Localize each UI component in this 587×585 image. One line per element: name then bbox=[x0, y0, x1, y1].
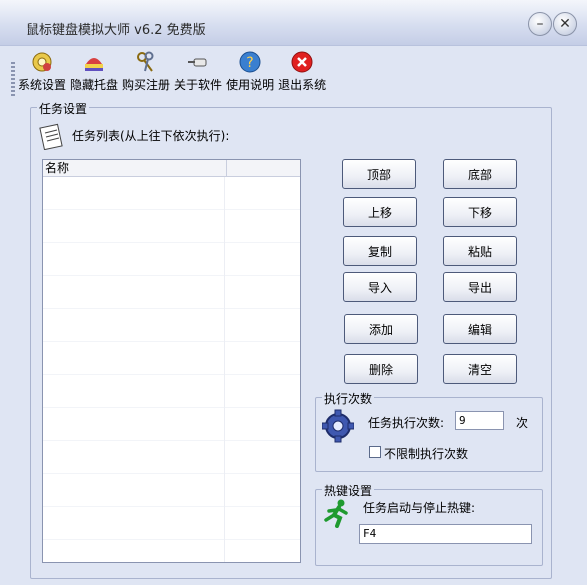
keys-icon bbox=[133, 50, 159, 74]
toolbar-label: 隐藏托盘 bbox=[70, 78, 119, 92]
toolbar-label: 退出系统 bbox=[278, 78, 327, 92]
move-up-button[interactable]: 上移 bbox=[343, 197, 417, 227]
gear-icon bbox=[321, 409, 355, 443]
delete-button[interactable]: 删除 bbox=[344, 354, 418, 384]
unlimited-checkbox-label[interactable]: 不限制执行次数 bbox=[384, 445, 468, 462]
group-title: 热键设置 bbox=[322, 482, 375, 499]
task-list-caption: 任务列表(从上往下依次执行): bbox=[72, 129, 230, 143]
exec-count-input[interactable]: 9 bbox=[455, 411, 504, 430]
edit-button[interactable]: 编辑 bbox=[443, 314, 517, 344]
svg-text:?: ? bbox=[246, 55, 253, 71]
column-divider bbox=[224, 177, 225, 562]
column-header-name[interactable]: 名称 bbox=[43, 160, 227, 176]
toolbar-hide-tray[interactable]: 隐藏托盘 bbox=[70, 50, 118, 94]
toolbar-about[interactable]: 关于软件 bbox=[174, 50, 222, 94]
toolbar-system-settings[interactable]: 系统设置 bbox=[18, 50, 66, 94]
list-header: 名称 bbox=[43, 160, 300, 177]
task-list[interactable]: 名称 bbox=[42, 159, 301, 563]
toolbar-grip bbox=[11, 62, 15, 96]
move-down-button[interactable]: 下移 bbox=[443, 197, 517, 227]
column-header-empty[interactable] bbox=[227, 160, 300, 176]
toolbar-label: 购买注册 bbox=[122, 78, 171, 92]
paste-button[interactable]: 粘贴 bbox=[443, 236, 517, 266]
group-title: 任务设置 bbox=[37, 100, 90, 117]
unlimited-checkbox[interactable] bbox=[369, 446, 381, 458]
toolbar-label: 使用说明 bbox=[226, 78, 275, 92]
exec-count-label: 任务执行次数: bbox=[368, 416, 445, 430]
toolbar-buy-register[interactable]: 购买注册 bbox=[122, 50, 170, 94]
hotkey-label: 任务启动与停止热键: bbox=[363, 501, 476, 515]
copy-button[interactable]: 复制 bbox=[343, 236, 417, 266]
hotkey-input[interactable]: F4 bbox=[359, 524, 532, 544]
exec-count-unit: 次 bbox=[516, 416, 529, 430]
help-icon: ? bbox=[237, 50, 263, 74]
close-icon: ✕ bbox=[559, 16, 571, 32]
group-title: 执行次数 bbox=[322, 390, 375, 407]
import-button[interactable]: 导入 bbox=[343, 272, 417, 302]
task-list-icon bbox=[36, 122, 66, 151]
window-title: 鼠标键盘模拟大师 v6.2 免费版 bbox=[26, 23, 206, 38]
close-button[interactable]: ✕ bbox=[553, 12, 577, 36]
toolbar: 系统设置 隐藏托盘 购买注册 关于软件 ? 使用说明 退出系统 bbox=[18, 50, 330, 94]
title-bar: 鼠标键盘模拟大师 v6.2 免费版 – ✕ bbox=[0, 0, 587, 46]
app-window: 鼠标键盘模拟大师 v6.2 免费版 – ✕ 系统设置 隐藏托盘 购买注册 关于软… bbox=[0, 0, 587, 585]
toolbar-exit[interactable]: 退出系统 bbox=[278, 50, 326, 94]
move-top-button[interactable]: 顶部 bbox=[342, 159, 416, 189]
move-bottom-button[interactable]: 底部 bbox=[443, 159, 517, 189]
add-button[interactable]: 添加 bbox=[344, 314, 418, 344]
pointer-hand-icon bbox=[185, 50, 211, 74]
running-man-icon bbox=[320, 498, 354, 528]
settings-icon bbox=[29, 50, 55, 74]
minimize-icon: – bbox=[536, 16, 544, 32]
exit-icon bbox=[289, 50, 315, 74]
toolbar-label: 系统设置 bbox=[18, 78, 67, 92]
minimize-button[interactable]: – bbox=[528, 12, 552, 36]
export-button[interactable]: 导出 bbox=[443, 272, 517, 302]
clear-button[interactable]: 清空 bbox=[443, 354, 517, 384]
list-body[interactable] bbox=[43, 177, 300, 562]
toolbar-help[interactable]: ? 使用说明 bbox=[226, 50, 274, 94]
tray-icon bbox=[81, 50, 107, 74]
toolbar-label: 关于软件 bbox=[174, 78, 223, 92]
